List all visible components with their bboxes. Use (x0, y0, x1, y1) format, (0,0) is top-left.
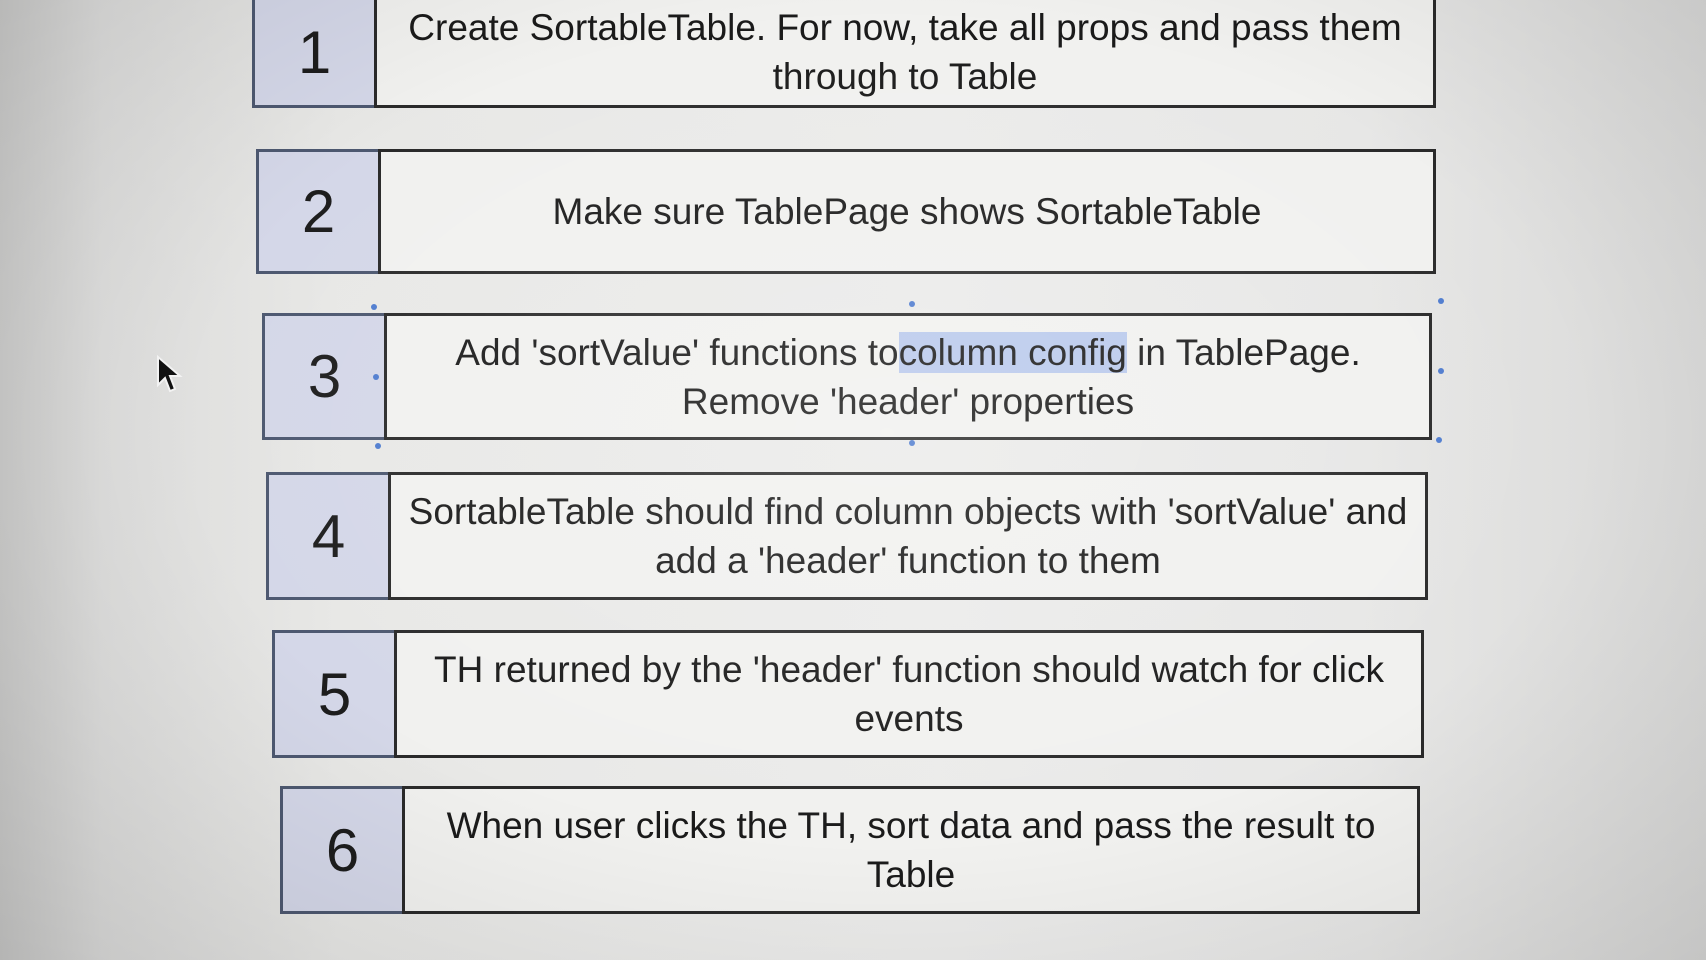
selection-handle-top-left[interactable] (371, 304, 377, 310)
step-text-2: Make sure TablePage shows SortableTable (552, 191, 1262, 232)
step-row-6[interactable]: 6 When user clicks the TH, sort data and… (280, 786, 1420, 914)
step-text-box-2[interactable]: Make sure TablePage shows SortableTable (378, 149, 1436, 274)
step-row-5[interactable]: 5 TH returned by the 'header' function s… (272, 630, 1424, 758)
step-text-3: Add 'sortValue' functions tocolumn confi… (403, 328, 1413, 426)
selection-handle-mid-left[interactable] (373, 374, 379, 380)
step-number-1: 1 (252, 0, 374, 108)
step-text-6: When user clicks the TH, sort data and p… (446, 805, 1376, 895)
step-text-box-3[interactable]: Add 'sortValue' functions tocolumn confi… (384, 313, 1432, 440)
step-text-box-5[interactable]: TH returned by the 'header' function sho… (394, 630, 1424, 758)
step-row-2[interactable]: 2 Make sure TablePage shows SortableTabl… (256, 149, 1436, 274)
selection-handle-bottom-mid[interactable] (909, 440, 915, 446)
step-text-box-1[interactable]: Create SortableTable. For now, take all … (374, 0, 1436, 108)
selection-handle-bottom-left[interactable] (375, 443, 381, 449)
step-number-6: 6 (280, 786, 402, 914)
step-number-5: 5 (272, 630, 394, 758)
step-text-box-6[interactable]: When user clicks the TH, sort data and p… (402, 786, 1420, 914)
step-row-3[interactable]: 3 Add 'sortValue' functions tocolumn con… (262, 313, 1432, 440)
selection-handle-bottom-right[interactable] (1436, 437, 1442, 443)
selection-handle-mid-right[interactable] (1438, 368, 1444, 374)
selection-handle-top-mid[interactable] (909, 301, 915, 307)
step-number-3: 3 (262, 313, 384, 440)
step-text-box-4[interactable]: SortableTable should find column objects… (388, 472, 1428, 600)
step-text-5: TH returned by the 'header' function sho… (434, 649, 1384, 739)
text-selection-highlight[interactable]: column config (898, 331, 1127, 373)
slide-canvas: 1 Create SortableTable. For now, take al… (0, 0, 1706, 960)
step-row-4[interactable]: 4 SortableTable should find column objec… (266, 472, 1428, 600)
selection-handle-top-right[interactable] (1438, 298, 1444, 304)
step-row-1[interactable]: 1 Create SortableTable. For now, take al… (252, 0, 1436, 108)
step-text-1: Create SortableTable. For now, take all … (408, 7, 1402, 97)
step-number-2: 2 (256, 149, 378, 274)
step-number-4: 4 (266, 472, 388, 600)
step-text-3-before: Add 'sortValue' functions to (455, 331, 899, 373)
mouse-pointer-icon (157, 355, 183, 393)
step-text-4: SortableTable should find column objects… (408, 491, 1408, 581)
